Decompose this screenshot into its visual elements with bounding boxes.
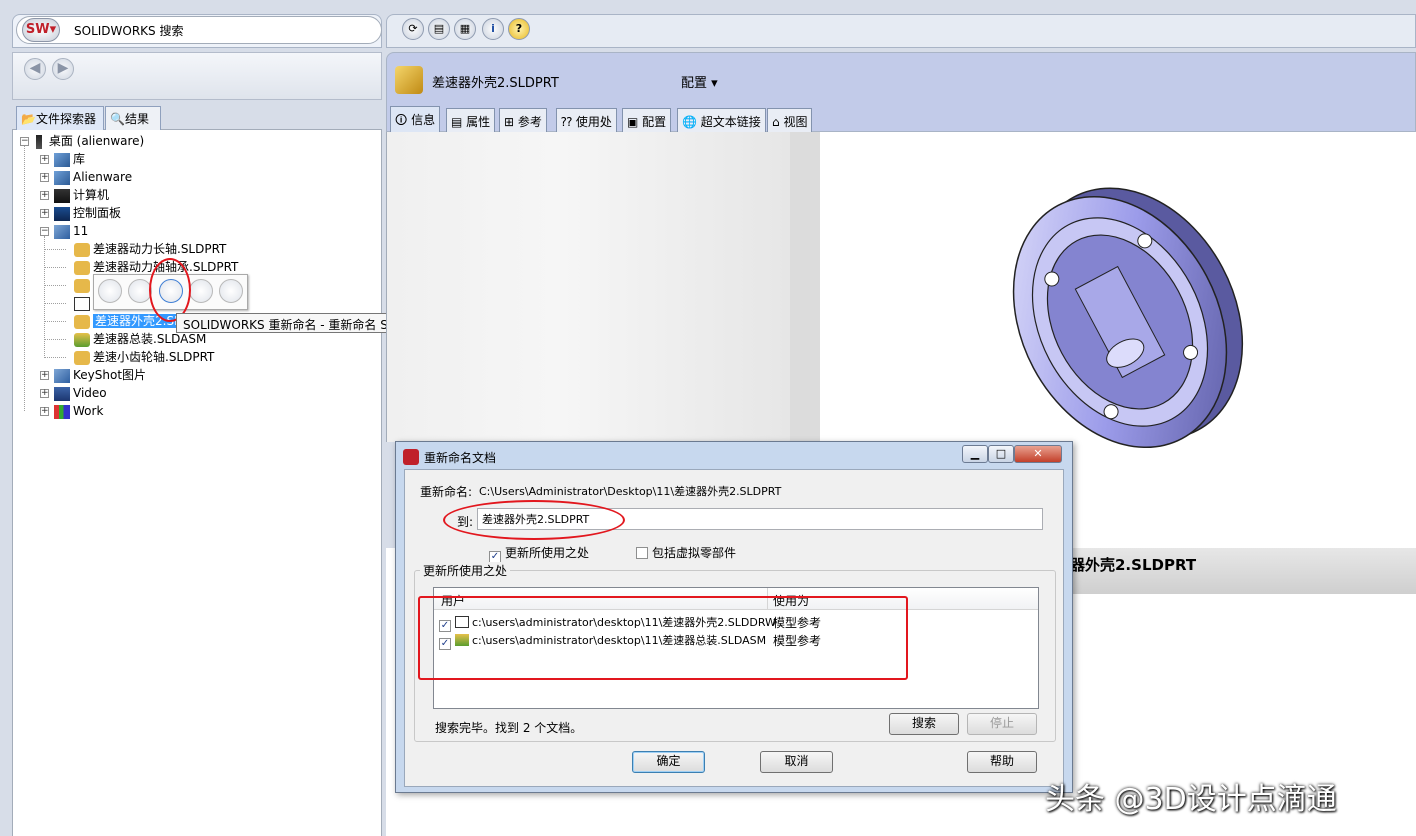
minimize-button[interactable]: ▁ (962, 445, 988, 463)
assembly-file-icon (74, 332, 90, 347)
control-panel-icon (54, 206, 70, 221)
expand-toggle[interactable]: + (40, 209, 49, 218)
expand-toggle[interactable]: + (40, 371, 49, 380)
collapse-toggle[interactable]: − (20, 137, 29, 146)
stop-button[interactable]: 停止 (967, 713, 1037, 735)
references-icon: ⊞ (504, 115, 515, 129)
print-icon[interactable]: ▤ (428, 18, 450, 40)
desktop-icon (36, 134, 42, 149)
view-icon: ⌂ (772, 115, 780, 129)
tab-properties[interactable]: ▤ 属性 (446, 108, 496, 132)
hyperlink-icon: 🌐 (682, 115, 697, 129)
solidworks-logo-icon[interactable]: SW▾ (22, 18, 60, 42)
info-icon: 🛈 (395, 113, 408, 127)
tree-item-keyshot[interactable]: KeyShot图片 (54, 366, 146, 384)
chevron-down-icon: ▾ (707, 76, 718, 91)
expand-toggle[interactable]: + (40, 173, 49, 182)
tab-where-used[interactable]: ⁇ 使用处 (556, 108, 617, 132)
search-status: 搜索完毕。找到 2 个文档。 (435, 721, 583, 735)
tab-configuration[interactable]: ▣ 配置 (622, 108, 672, 132)
help-icon[interactable]: ? (508, 18, 530, 40)
tab-info[interactable]: 🛈 信息 (390, 106, 441, 132)
info-panel (386, 132, 820, 442)
maximize-button[interactable]: □ (988, 445, 1014, 463)
expand-toggle[interactable]: + (40, 191, 49, 200)
info-icon[interactable]: i (482, 18, 504, 40)
computer-icon (54, 188, 70, 203)
lower-file-title: 器外壳2.SLDPRT (1070, 556, 1197, 574)
config-dropdown[interactable]: 配置 ▾ (681, 72, 718, 91)
tree-item-library[interactable]: 库 (54, 150, 85, 168)
rename-source-path: C:\Users\Administrator\Desktop\11\差速器外壳2… (479, 485, 782, 498)
open-file-icon[interactable] (98, 279, 122, 303)
dialog-title: 重新命名文档 (424, 451, 497, 465)
info-panel-border (790, 132, 820, 442)
collapse-toggle[interactable]: − (40, 227, 49, 236)
layout-icon[interactable]: ▦ (454, 18, 476, 40)
refresh-icon[interactable]: ⟳ (402, 18, 424, 40)
forward-arrow-icon[interactable]: ▶ (52, 58, 74, 80)
annotation-rectangle (418, 596, 908, 680)
expand-toggle[interactable]: + (40, 389, 49, 398)
solidworks-logo-icon (403, 449, 419, 465)
tree-item-folder-11[interactable]: 11 (54, 222, 88, 240)
close-button[interactable]: ✕ (1014, 445, 1062, 463)
drawing-file-icon (74, 296, 90, 311)
tab-references[interactable]: ⊞ 参考 (499, 108, 547, 132)
back-arrow-icon[interactable]: ◀ (24, 58, 46, 80)
update-where-used-checkbox[interactable]: ✓ 更新所使用之处 (489, 544, 589, 563)
tree-item-work[interactable]: Work (54, 402, 103, 420)
part-file-icon (74, 278, 90, 293)
watermark: 头条 @3D设计点滴通 (1045, 782, 1337, 817)
search-brand-label: SOLIDWORKS 搜索 (74, 24, 184, 38)
file-title: 差速器外壳2.SLDPRT (432, 76, 559, 91)
tab-file-explorer[interactable]: 📂文件探索器 (16, 106, 104, 130)
tree-item-computer[interactable]: 计算机 (54, 186, 109, 204)
tree-item-control-panel[interactable]: 控制面板 (54, 204, 121, 222)
folder-icon (54, 224, 70, 239)
expand-toggle[interactable]: + (40, 407, 49, 416)
delete-file-icon[interactable] (219, 279, 243, 303)
user-folder-icon (54, 170, 70, 185)
library-folder-icon (54, 404, 70, 419)
search-button[interactable]: 搜索 (889, 713, 959, 735)
tree-file-part[interactable]: 差速器动力长轴.SLDPRT (74, 240, 226, 258)
video-folder-icon (54, 386, 70, 401)
rename-label: 重新命名: (420, 485, 473, 499)
tree-file-part[interactable]: 差速小齿轮轴.SLDPRT (74, 348, 214, 366)
magnifier-icon: 🔍 (110, 112, 125, 126)
where-used-icon: ⁇ (561, 115, 573, 129)
ok-button[interactable]: 确定 (632, 751, 705, 773)
part-file-icon (74, 314, 90, 329)
tab-hyperlink[interactable]: 🌐 超文本链接 (677, 108, 766, 132)
part-file-icon (74, 242, 90, 257)
properties-icon: ▤ (451, 115, 463, 129)
tree-file-drawing[interactable] (74, 294, 93, 312)
cancel-button[interactable]: 取消 (760, 751, 833, 773)
annotation-oval (443, 500, 625, 540)
tab-results[interactable]: 🔍结果 (105, 106, 161, 130)
group-title: 更新所使用之处 (420, 562, 511, 579)
tree-item-alienware[interactable]: Alienware (54, 168, 132, 186)
folder-icon: 📂 (21, 112, 36, 126)
tree-item-video[interactable]: Video (54, 384, 107, 402)
help-button[interactable]: 帮助 (967, 751, 1037, 773)
search-box[interactable] (16, 16, 382, 44)
tree-item-desktop[interactable]: 桌面 (alienware) (36, 132, 144, 150)
part-file-icon (395, 66, 423, 94)
include-virtual-checkbox[interactable]: 包括虚拟零部件 (636, 544, 736, 561)
part-file-icon (74, 260, 90, 275)
configuration-icon: ▣ (627, 115, 639, 129)
right-toolbar (386, 14, 1416, 48)
folder-icon (54, 368, 70, 383)
move-file-icon[interactable] (189, 279, 213, 303)
library-icon (54, 152, 70, 167)
tree-file-part[interactable] (74, 276, 93, 294)
part-file-icon (74, 350, 90, 365)
expand-toggle[interactable]: + (40, 155, 49, 164)
tab-view[interactable]: ⌂ 视图 (767, 108, 813, 132)
